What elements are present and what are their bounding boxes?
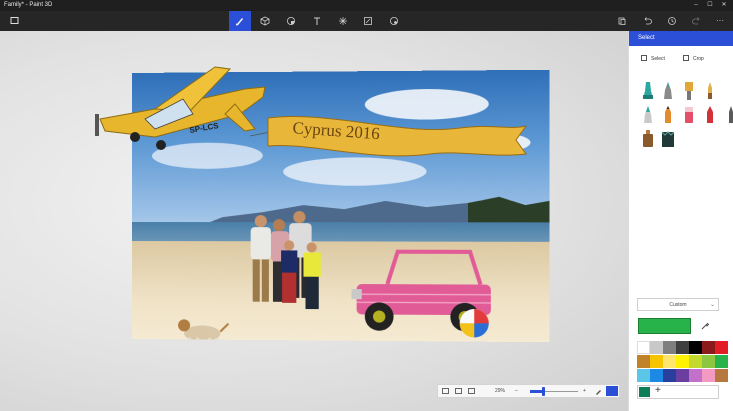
zoom-out-button[interactable]: –: [515, 388, 518, 394]
toolbar: ···: [0, 11, 733, 31]
color-swatch[interactable]: [702, 355, 715, 368]
minimize-button[interactable]: –: [689, 0, 703, 11]
color-swatch[interactable]: [676, 341, 689, 354]
fill-2-icon[interactable]: [661, 129, 675, 149]
color-swatch[interactable]: [637, 341, 650, 354]
spray-can-icon[interactable]: [724, 105, 733, 125]
zoom-in-button[interactable]: +: [583, 388, 586, 394]
oil-brush-icon[interactable]: [682, 81, 696, 101]
text-icon[interactable]: [306, 11, 328, 31]
custom-colors-row: +: [637, 385, 719, 399]
crop-icon: [683, 55, 689, 61]
undo-icon[interactable]: [636, 11, 658, 31]
select-icon: [641, 55, 647, 61]
fit-view-icon[interactable]: [455, 388, 462, 394]
color-swatch[interactable]: [663, 369, 676, 382]
pencil-icon[interactable]: [661, 105, 675, 125]
color-swatch[interactable]: [637, 355, 650, 368]
title-bar: Family* - Paint 3D – ☐ ✕: [0, 0, 733, 11]
color-swatch[interactable]: [650, 369, 663, 382]
more-icon[interactable]: ···: [709, 11, 731, 31]
pixel-pen-icon[interactable]: [641, 105, 655, 125]
watercolor-icon[interactable]: [703, 81, 717, 101]
close-button[interactable]: ✕: [717, 0, 731, 11]
maximize-button[interactable]: ☐: [703, 0, 717, 11]
cyprus-banner[interactable]: Cyprus 2016: [250, 106, 530, 166]
cube-icon[interactable]: [254, 11, 276, 31]
color-swatch[interactable]: [676, 369, 689, 382]
color-swatch[interactable]: [637, 369, 650, 382]
zoom-slider[interactable]: [530, 391, 578, 392]
airplane-3d[interactable]: SP-LCS: [95, 59, 275, 159]
eraser-icon[interactable]: [682, 105, 696, 125]
photo-view-icon[interactable]: [468, 388, 475, 394]
pen-icon[interactable]: [594, 387, 603, 396]
zoom-slider-thumb[interactable]: [542, 387, 545, 396]
color-swatch[interactable]: [715, 369, 728, 382]
color-swatch[interactable]: [650, 341, 663, 354]
select-tool-button[interactable]: Select: [641, 55, 665, 62]
select-label: Select: [651, 56, 665, 62]
menu-icon[interactable]: [4, 11, 26, 31]
marker-icon[interactable]: [641, 81, 655, 101]
color-swatch[interactable]: [676, 355, 689, 368]
color-swatch[interactable]: [663, 341, 676, 354]
color-swatch[interactable]: [650, 355, 663, 368]
color-swatch[interactable]: [689, 369, 702, 382]
add-color-button[interactable]: +: [655, 385, 661, 396]
beach-ball: [458, 307, 491, 340]
family-figures: [232, 205, 344, 342]
view-bar: 29% – +: [437, 384, 620, 398]
color-swatch[interactable]: [715, 341, 728, 354]
perspective-icon[interactable]: [442, 388, 449, 394]
crayon-icon[interactable]: [703, 105, 717, 125]
color-swatch[interactable]: [702, 369, 715, 382]
paste-icon[interactable]: [611, 11, 633, 31]
crop-tool-button[interactable]: Crop: [683, 55, 704, 62]
canvas-icon[interactable]: [357, 11, 379, 31]
window-title: Family* - Paint 3D: [4, 2, 52, 8]
brushes-panel: Select Select Crop Custom ⌄ +: [628, 31, 733, 411]
eyedropper-icon[interactable]: [700, 321, 710, 331]
color-swatch[interactable]: [715, 355, 728, 368]
panel-header: Select: [629, 31, 733, 46]
custom-color-swatch[interactable]: [639, 387, 650, 397]
brush-icon[interactable]: [229, 11, 251, 31]
3d-view-toggle[interactable]: [606, 386, 618, 396]
color-swatch[interactable]: [663, 355, 676, 368]
thickness-select[interactable]: Custom ⌄: [637, 298, 719, 311]
thickness-select-value: Custom: [669, 302, 686, 308]
history-icon[interactable]: [661, 11, 683, 31]
color-swatch[interactable]: [689, 341, 702, 354]
zoom-level: 29%: [495, 388, 505, 394]
canvas-area[interactable]: SP-LCS Cyprus 2016: [0, 31, 628, 411]
chevron-down-icon: ⌄: [710, 299, 715, 311]
crop-label: Crop: [693, 56, 704, 62]
fill-bucket-icon[interactable]: [641, 129, 655, 149]
remix-icon[interactable]: [383, 11, 405, 31]
effects-icon[interactable]: [332, 11, 354, 31]
sticker-icon[interactable]: [280, 11, 302, 31]
redo-icon[interactable]: [686, 11, 708, 31]
dog: [174, 313, 229, 342]
color-swatch[interactable]: [689, 355, 702, 368]
color-swatch[interactable]: [702, 341, 715, 354]
calligraphy-pen-icon[interactable]: [661, 81, 675, 101]
current-color-swatch[interactable]: [638, 318, 691, 334]
